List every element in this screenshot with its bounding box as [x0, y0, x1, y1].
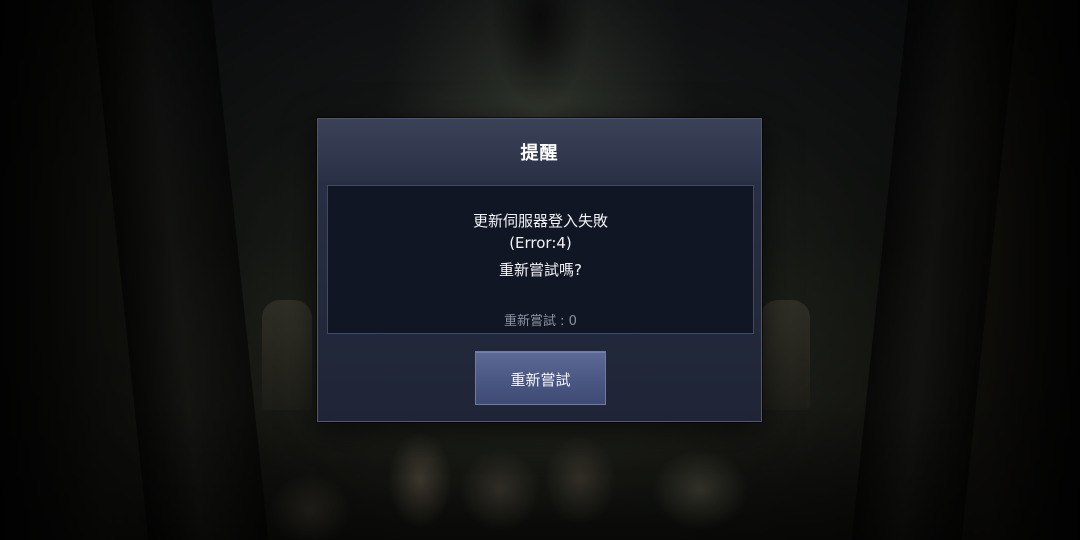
background-figure	[470, 0, 610, 130]
background-statue-left	[262, 300, 312, 410]
alert-dialog: 提醒 更新伺服器登入失敗 (Error:4) 重新嘗試嗎? 重新嘗試 : 0 重…	[317, 118, 762, 422]
error-message: 更新伺服器登入失敗	[472, 212, 608, 230]
retry-button[interactable]: 重新嘗試	[475, 351, 606, 405]
background-statue-right	[760, 300, 810, 410]
retry-count: 重新嘗試 : 0	[504, 314, 577, 329]
dialog-title: 提醒	[520, 143, 559, 164]
background-crowd	[250, 420, 830, 540]
dialog-header: 提醒	[318, 119, 761, 182]
retry-prompt: 重新嘗試嗎?	[499, 261, 582, 279]
game-scene: 提醒 更新伺服器登入失敗 (Error:4) 重新嘗試嗎? 重新嘗試 : 0 重…	[0, 0, 1080, 540]
error-code: (Error:4)	[509, 234, 572, 252]
message-box: 更新伺服器登入失敗 (Error:4) 重新嘗試嗎? 重新嘗試 : 0	[327, 185, 754, 334]
retry-button-label: 重新嘗試	[510, 371, 571, 389]
